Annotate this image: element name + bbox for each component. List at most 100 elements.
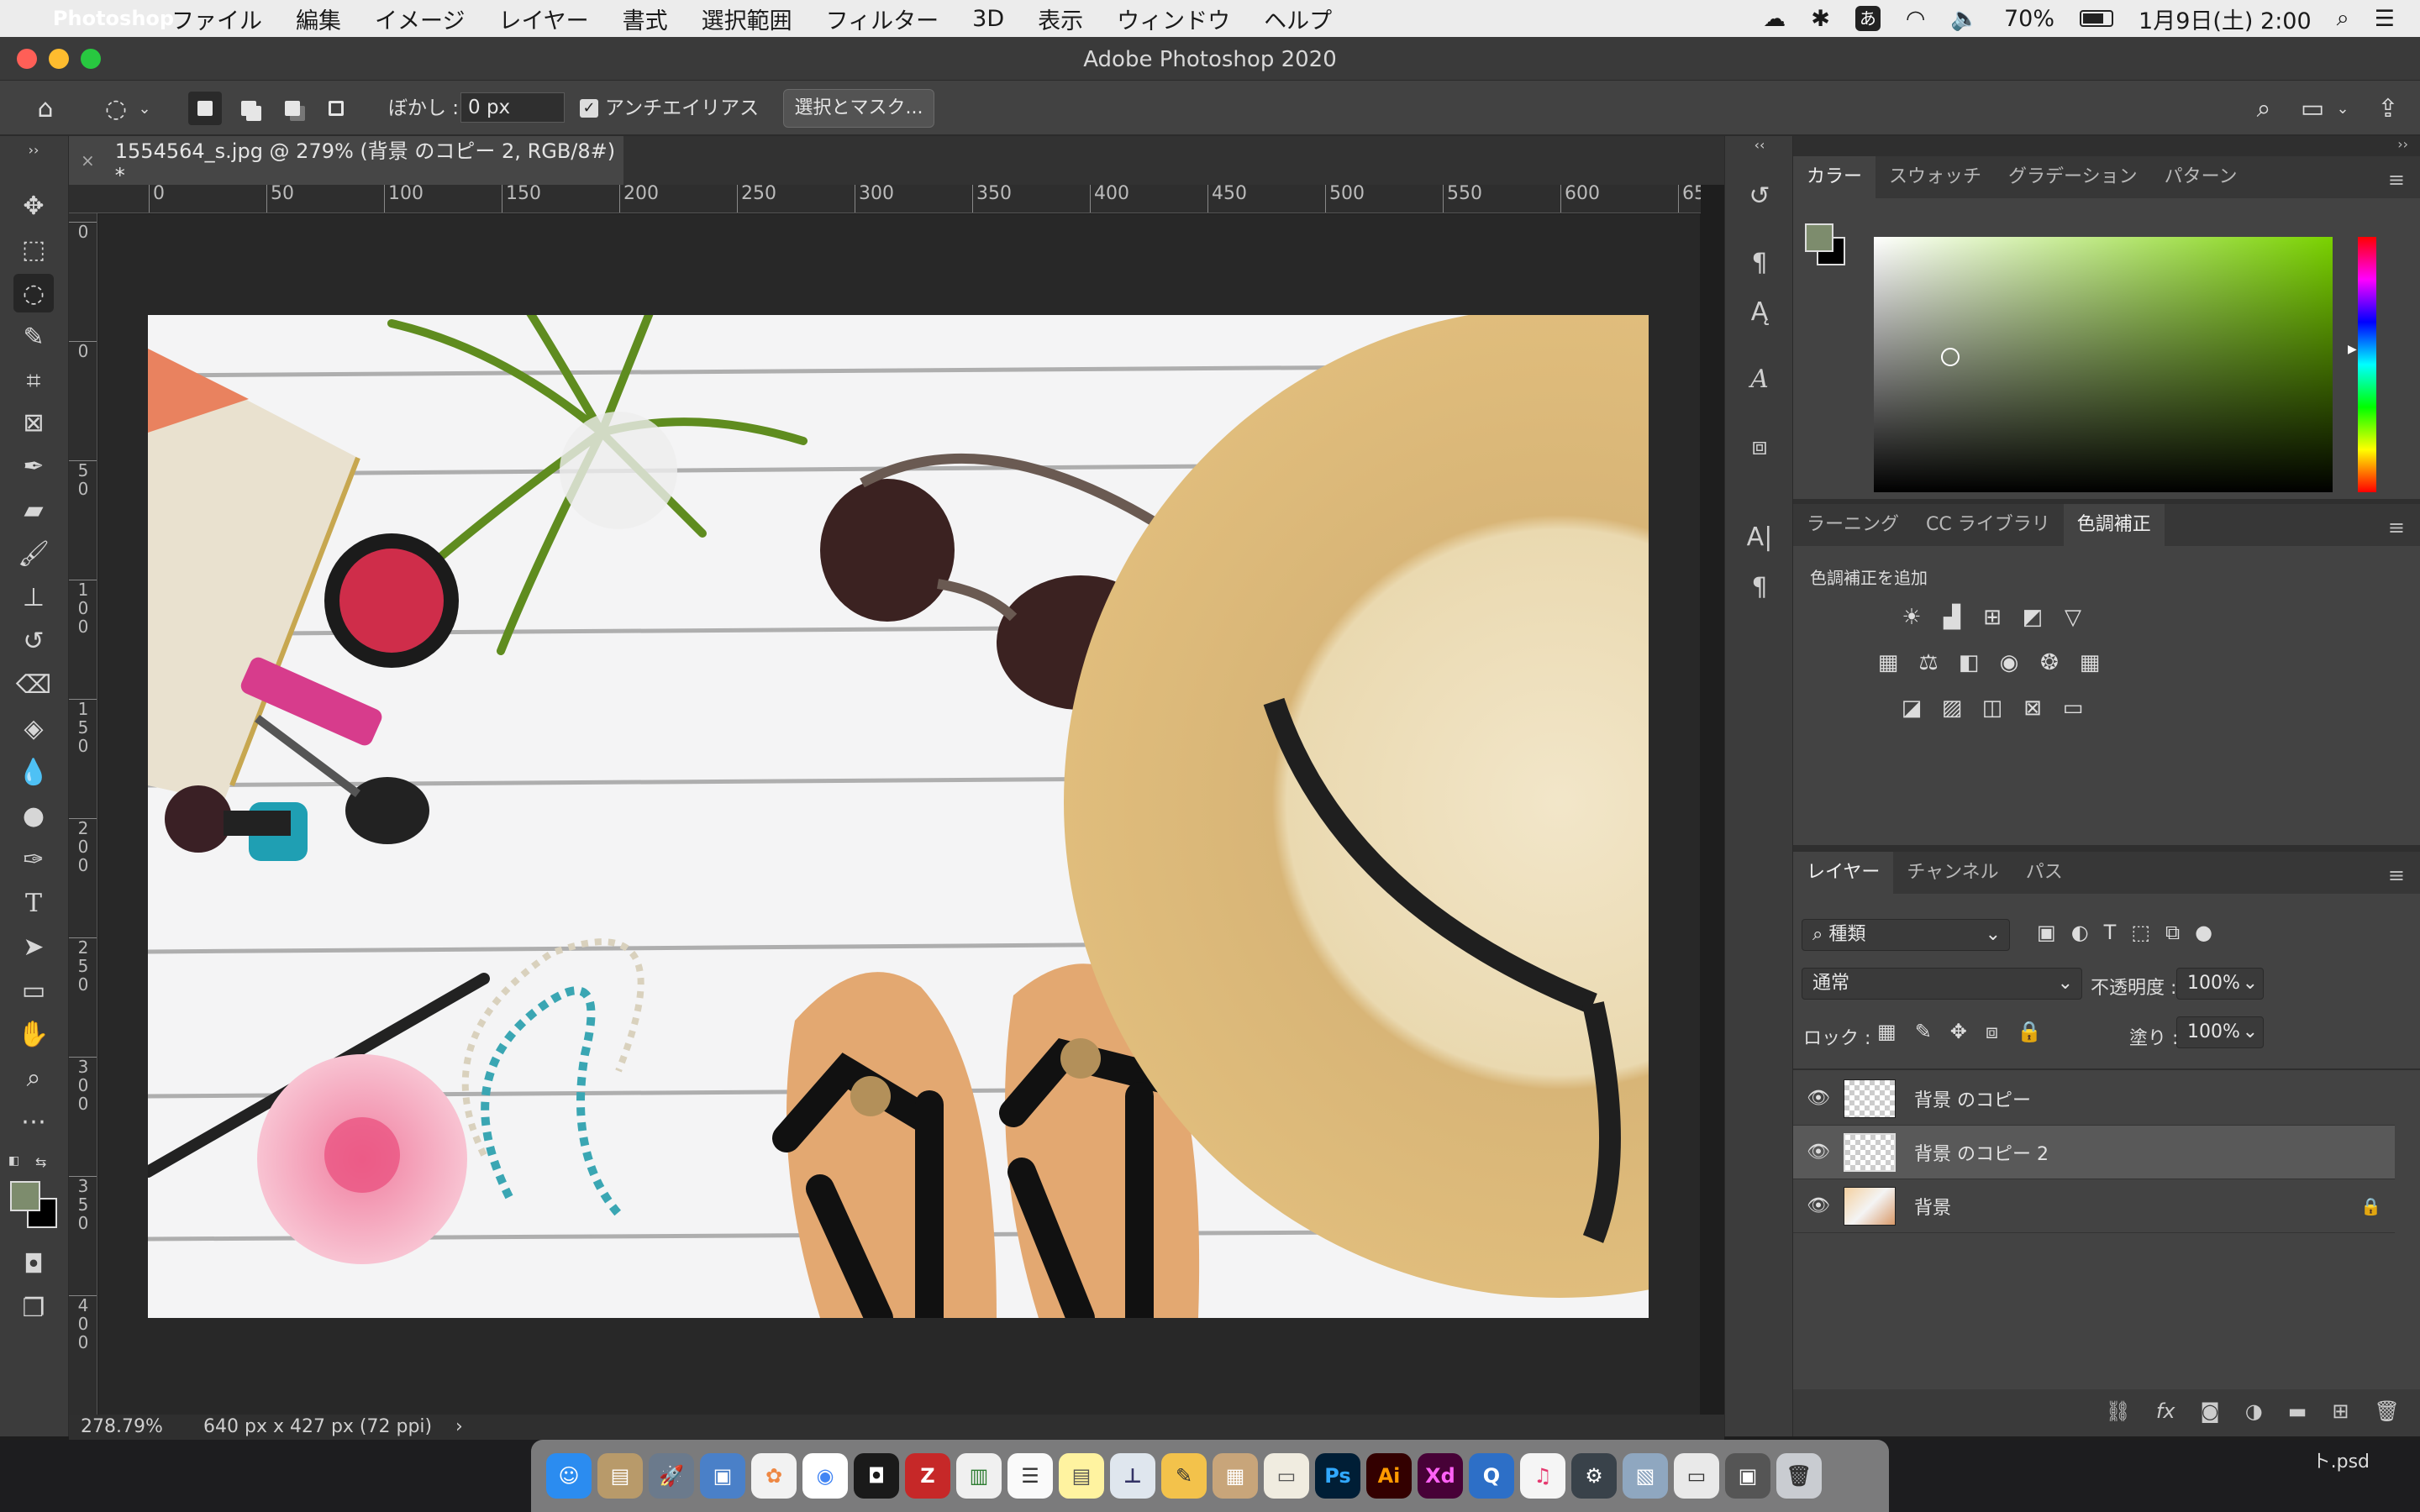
healing-brush-tool-icon[interactable]: ▰ (13, 491, 54, 529)
textedit-icon[interactable]: ☰ (1007, 1453, 1053, 1499)
music-icon[interactable]: ♫ (1520, 1453, 1565, 1499)
zoom-level[interactable]: 278.79% (81, 1415, 163, 1440)
document-tab[interactable]: × 1554564_s.jpg @ 279% (背景 のコピー 2, RGB/8… (69, 136, 623, 187)
tab-swatches[interactable]: スウォッチ (1876, 156, 1995, 198)
new-layer-icon[interactable]: ⊞ (2332, 1399, 2349, 1423)
crop-tool-icon[interactable]: ⌗ (13, 361, 54, 400)
lock-image-pixels-icon[interactable]: ✎ (1915, 1020, 1932, 1043)
collapse-panels-icon[interactable]: ›› (2397, 136, 2408, 152)
marquee-tool-icon[interactable]: ⬚ (13, 230, 54, 269)
threshold-icon[interactable]: ◫ (1978, 694, 2007, 722)
tab-learning[interactable]: ラーニング (1793, 504, 1912, 546)
layer-row[interactable]: 👁 背景 🔒 (1793, 1179, 2395, 1233)
document-icon[interactable]: ▭ (1264, 1453, 1309, 1499)
quick-selection-tool-icon[interactable]: ✎ (13, 318, 54, 356)
launchpad-icon[interactable]: 🚀 (649, 1453, 694, 1499)
link-layers-icon[interactable]: ⛓ (2105, 1399, 2130, 1423)
tab-color[interactable]: カラー (1793, 156, 1876, 198)
3d-panel-icon[interactable]: ⧈ (1740, 427, 1779, 465)
preview-app-icon[interactable]: ▣ (700, 1453, 745, 1499)
collapse-icon[interactable]: ›› (13, 141, 54, 158)
color-picker-handle[interactable] (1941, 348, 1960, 366)
swap-colors-icon[interactable]: ⇆ (35, 1154, 50, 1170)
menu-image[interactable]: イメージ (375, 3, 465, 35)
menu-layer[interactable]: レイヤー (498, 3, 588, 35)
window-app-icon[interactable]: ◘ (854, 1453, 899, 1499)
eraser-tool-icon[interactable]: ⌫ (13, 665, 54, 704)
home-icon[interactable]: ⌂ (27, 90, 64, 127)
character-panel-icon[interactable]: A| (1740, 517, 1779, 556)
layer-style-icon[interactable]: fx (2156, 1399, 2175, 1423)
photoshop-app-icon[interactable]: Ps (1315, 1453, 1360, 1499)
finder-icon[interactable]: ☺ (546, 1453, 592, 1499)
downloads-stack-icon[interactable]: ▣ (1725, 1453, 1770, 1499)
filezilla-icon[interactable]: Z (905, 1453, 950, 1499)
lock-all-icon[interactable]: 🔒 (2017, 1020, 2042, 1043)
rectangle-tool-icon[interactable]: ▭ (13, 971, 54, 1010)
intersect-selection-button[interactable] (319, 92, 353, 125)
default-colors-icon[interactable]: ◧ (8, 1154, 24, 1169)
bluetooth-icon[interactable]: ✱ (1811, 6, 1830, 32)
trash-icon[interactable]: 🗑 (2375, 1399, 2400, 1423)
gradient-map-icon[interactable]: ▭ (2059, 694, 2087, 722)
feather-input[interactable] (460, 92, 565, 123)
type-layer-filter-icon[interactable]: T (2104, 921, 2117, 944)
history-panel-icon[interactable]: ↺ (1740, 176, 1779, 215)
subtract-from-selection-button[interactable] (276, 92, 309, 125)
layer-row-selected[interactable]: 👁 背景 のコピー 2 (1793, 1126, 2395, 1179)
lasso-tool-icon[interactable]: ◌ (13, 274, 54, 312)
add-to-selection-button[interactable] (232, 92, 266, 125)
notes-icon[interactable]: ▤ (1059, 1453, 1104, 1499)
paragraph-style-panel-icon[interactable]: ¶ (1740, 244, 1779, 282)
new-adjustment-layer-icon[interactable]: ◑ (2245, 1399, 2263, 1423)
eyedropper-tool-icon[interactable]: ✒ (13, 447, 54, 486)
panel-menu-icon[interactable]: ≡ (2388, 168, 2405, 192)
menu-edit[interactable]: 編集 (296, 3, 341, 35)
tab-adjustments[interactable]: 色調補正 (2063, 504, 2165, 546)
blur-tool-icon[interactable]: 💧 (13, 753, 54, 791)
illustrator-app-icon[interactable]: Ai (1366, 1453, 1412, 1499)
vibrance-icon[interactable]: ▽ (2059, 603, 2087, 632)
new-group-icon[interactable]: ▬ (2288, 1399, 2307, 1423)
notebook-app-icon[interactable]: ▤ (597, 1453, 643, 1499)
channel-mixer-icon[interactable]: ❂ (2035, 648, 2064, 677)
black-white-icon[interactable]: ◧ (1954, 648, 1983, 677)
panel-menu-icon[interactable]: ≡ (2388, 516, 2405, 539)
antialias-checkbox[interactable]: ✓ (580, 99, 598, 118)
eye-icon[interactable]: 👁 (1793, 1088, 1844, 1109)
lock-icon[interactable]: 🔒 (2360, 1196, 2381, 1216)
foreground-color-swatch[interactable] (1805, 223, 1833, 252)
zoom-tool-icon[interactable]: ⌕ (13, 1058, 54, 1097)
frame-tool-icon[interactable]: ⊠ (13, 403, 54, 442)
invert-icon[interactable]: ◪ (1897, 694, 1926, 722)
stamp-tool-icon[interactable]: ⊥ (13, 578, 54, 617)
desktop-file-label[interactable]: ト.psd (2312, 1446, 2370, 1473)
eye-icon[interactable]: 👁 (1793, 1195, 1844, 1216)
smart-object-filter-icon[interactable]: ⧉ (2165, 921, 2180, 944)
curves-icon[interactable]: ⊞ (1978, 603, 2007, 632)
menu-file[interactable]: ファイル (171, 3, 262, 35)
type-tool-icon[interactable]: T (13, 884, 54, 922)
ruler-vertical[interactable]: 0 0 5 0 1 0 0 1 5 0 2 0 0 2 5 0 3 0 0 3 5 0 4 0 0… (69, 213, 97, 1415)
layer-row[interactable]: 👁 背景 のコピー (1793, 1072, 2395, 1126)
menu-select[interactable]: 選択範囲 (702, 3, 792, 35)
pixel-layer-filter-icon[interactable]: ▣ (2037, 921, 2056, 944)
hue-slider[interactable] (2358, 237, 2376, 492)
image-capture-icon[interactable]: ▧ (1623, 1453, 1668, 1499)
path-selection-tool-icon[interactable]: ➤ (13, 927, 54, 966)
photos-icon[interactable]: ✿ (751, 1453, 797, 1499)
tab-paths[interactable]: パス (2012, 852, 2076, 894)
blend-mode-select[interactable]: 通常 ⌄ (1802, 968, 2082, 1000)
adjustment-layer-filter-icon[interactable]: ◐ (2071, 921, 2089, 944)
status-menu-arrow-icon[interactable]: › (455, 1415, 463, 1440)
more-tools-icon[interactable]: ⋯ (13, 1102, 54, 1141)
history-brush-tool-icon[interactable]: ↺ (13, 622, 54, 660)
levels-icon[interactable]: ▟ (1938, 603, 1966, 632)
paint-bucket-tool-icon[interactable]: ◈ (13, 709, 54, 748)
pages-icon[interactable]: ✎ (1161, 1453, 1207, 1499)
filter-toggle-icon[interactable]: ● (2195, 921, 2212, 944)
menu-view[interactable]: 表示 (1038, 3, 1083, 35)
shape-layer-filter-icon[interactable]: ⬚ (2131, 921, 2150, 944)
menu-help[interactable]: ヘルプ (1264, 3, 1332, 35)
color-balance-icon[interactable]: ⚖ (1914, 648, 1943, 677)
